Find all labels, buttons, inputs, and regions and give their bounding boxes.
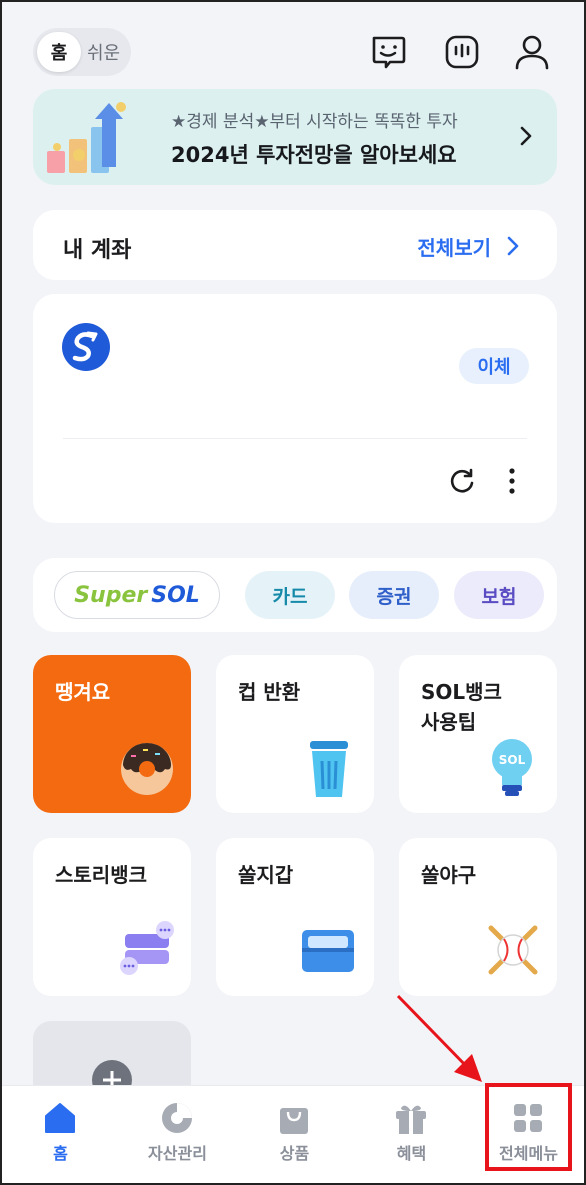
refresh-icon[interactable] bbox=[447, 466, 477, 496]
account-card[interactable]: 이체 bbox=[33, 294, 557, 523]
nav-benefits[interactable]: 혜택 bbox=[353, 1086, 470, 1183]
chevron-right-icon bbox=[520, 126, 532, 146]
super-sol-label-b: SOL bbox=[151, 582, 200, 608]
promo-banner[interactable]: ★경제 분석★부터 시작하는 똑똑한 투자 2024년 투자전망을 알아보세요 bbox=[33, 89, 557, 185]
nav-label: 상품 bbox=[279, 1144, 310, 1163]
tile-sol-wallet[interactable]: 쏠지갑 bbox=[216, 838, 374, 996]
shopping-bag-icon bbox=[280, 1108, 308, 1134]
more-vertical-icon[interactable] bbox=[499, 466, 525, 496]
tile-label: 컵 반환 bbox=[238, 680, 301, 704]
tile-label: 땡겨요 bbox=[55, 680, 111, 704]
tile-label: 쏠야구 bbox=[421, 863, 477, 887]
transfer-button[interactable]: 이체 bbox=[459, 348, 529, 384]
chat-bubbles-icon bbox=[120, 921, 174, 975]
wallet-icon bbox=[302, 930, 354, 972]
annotation-highlight-box bbox=[485, 1083, 572, 1171]
bot-icon[interactable] bbox=[442, 32, 482, 72]
tile-sol-baseball[interactable]: 쏠야구 bbox=[399, 838, 557, 996]
svg-text:SOL: SOL bbox=[499, 753, 526, 767]
nav-label: 자산관리 bbox=[148, 1144, 207, 1163]
card-chip[interactable]: 카드 bbox=[245, 571, 335, 619]
banner-subtitle: ★경제 분석★부터 시작하는 똑똑한 투자 bbox=[171, 112, 458, 132]
mode-easy-option[interactable]: 쉬운 bbox=[87, 39, 120, 65]
tile-label: 쏠지갑 bbox=[238, 863, 294, 887]
tile-label: SOL뱅크 사용팁 bbox=[421, 680, 502, 734]
tile-sol-bank-tips[interactable]: SOL뱅크 사용팁 SOL bbox=[399, 655, 557, 813]
divider bbox=[63, 438, 527, 439]
nav-asset-management[interactable]: 자산관리 bbox=[119, 1086, 236, 1183]
tile-ddaenggyeoyo[interactable]: 땡겨요 bbox=[33, 655, 191, 813]
my-account-title: 내 계좌 bbox=[63, 238, 132, 263]
banner-title: 2024년 투자전망을 알아보세요 bbox=[171, 143, 457, 167]
app-screen: 홈 쉬운 ★경제 분석★부터 시작하는 똑똑한 투자 2024년 투자전망을 알… bbox=[0, 0, 586, 1185]
nav-home[interactable]: 홈 bbox=[2, 1086, 119, 1183]
home-icon bbox=[45, 1103, 75, 1133]
top-header: 홈 쉬운 bbox=[2, 24, 584, 80]
chat-icon[interactable] bbox=[368, 32, 408, 72]
donut-icon bbox=[121, 743, 173, 795]
nav-products[interactable]: 상품 bbox=[236, 1086, 353, 1183]
my-account-header: 내 계좌 전체보기 bbox=[33, 210, 557, 280]
super-sol-chip[interactable]: Super SOL bbox=[54, 571, 220, 619]
baseball-icon bbox=[488, 925, 538, 975]
bank-logo-icon bbox=[62, 323, 110, 371]
view-all-link[interactable]: 전체보기 bbox=[417, 232, 491, 261]
tile-label: 스토리뱅크 bbox=[55, 863, 147, 887]
cup-icon bbox=[310, 741, 348, 797]
chevron-right-icon[interactable] bbox=[507, 236, 519, 256]
stock-chip[interactable]: 증권 bbox=[349, 571, 439, 619]
pie-chart-icon bbox=[162, 1103, 192, 1133]
gift-icon bbox=[396, 1105, 426, 1134]
service-chip-row: Super SOL 카드 증권 보험 bbox=[33, 558, 557, 632]
profile-icon[interactable] bbox=[512, 32, 552, 72]
tile-cup-return[interactable]: 컵 반환 bbox=[216, 655, 374, 813]
super-sol-label-a: Super bbox=[74, 582, 148, 608]
annotation-arrow bbox=[396, 994, 482, 1082]
mode-home-option[interactable]: 홈 bbox=[37, 32, 81, 72]
insurance-chip[interactable]: 보험 bbox=[454, 571, 544, 619]
lightbulb-icon: SOL bbox=[492, 739, 532, 796]
investment-growth-illustration bbox=[47, 102, 126, 173]
nav-label: 홈 bbox=[53, 1144, 68, 1163]
tile-story-bank[interactable]: 스토리뱅크 bbox=[33, 838, 191, 996]
mode-toggle[interactable]: 홈 쉬운 bbox=[33, 28, 131, 76]
nav-label: 혜택 bbox=[396, 1144, 427, 1163]
